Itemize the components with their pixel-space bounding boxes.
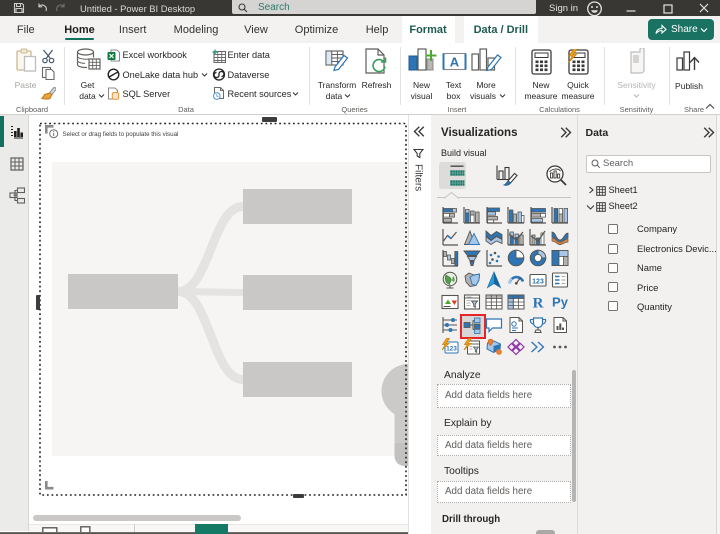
svg-text:123: 123 <box>532 279 544 286</box>
svg-text:R: R <box>533 295 544 311</box>
svg-text:123: 123 <box>446 346 457 353</box>
svg-text:Py: Py <box>552 294 569 309</box>
svg-text:A: A <box>450 55 460 70</box>
